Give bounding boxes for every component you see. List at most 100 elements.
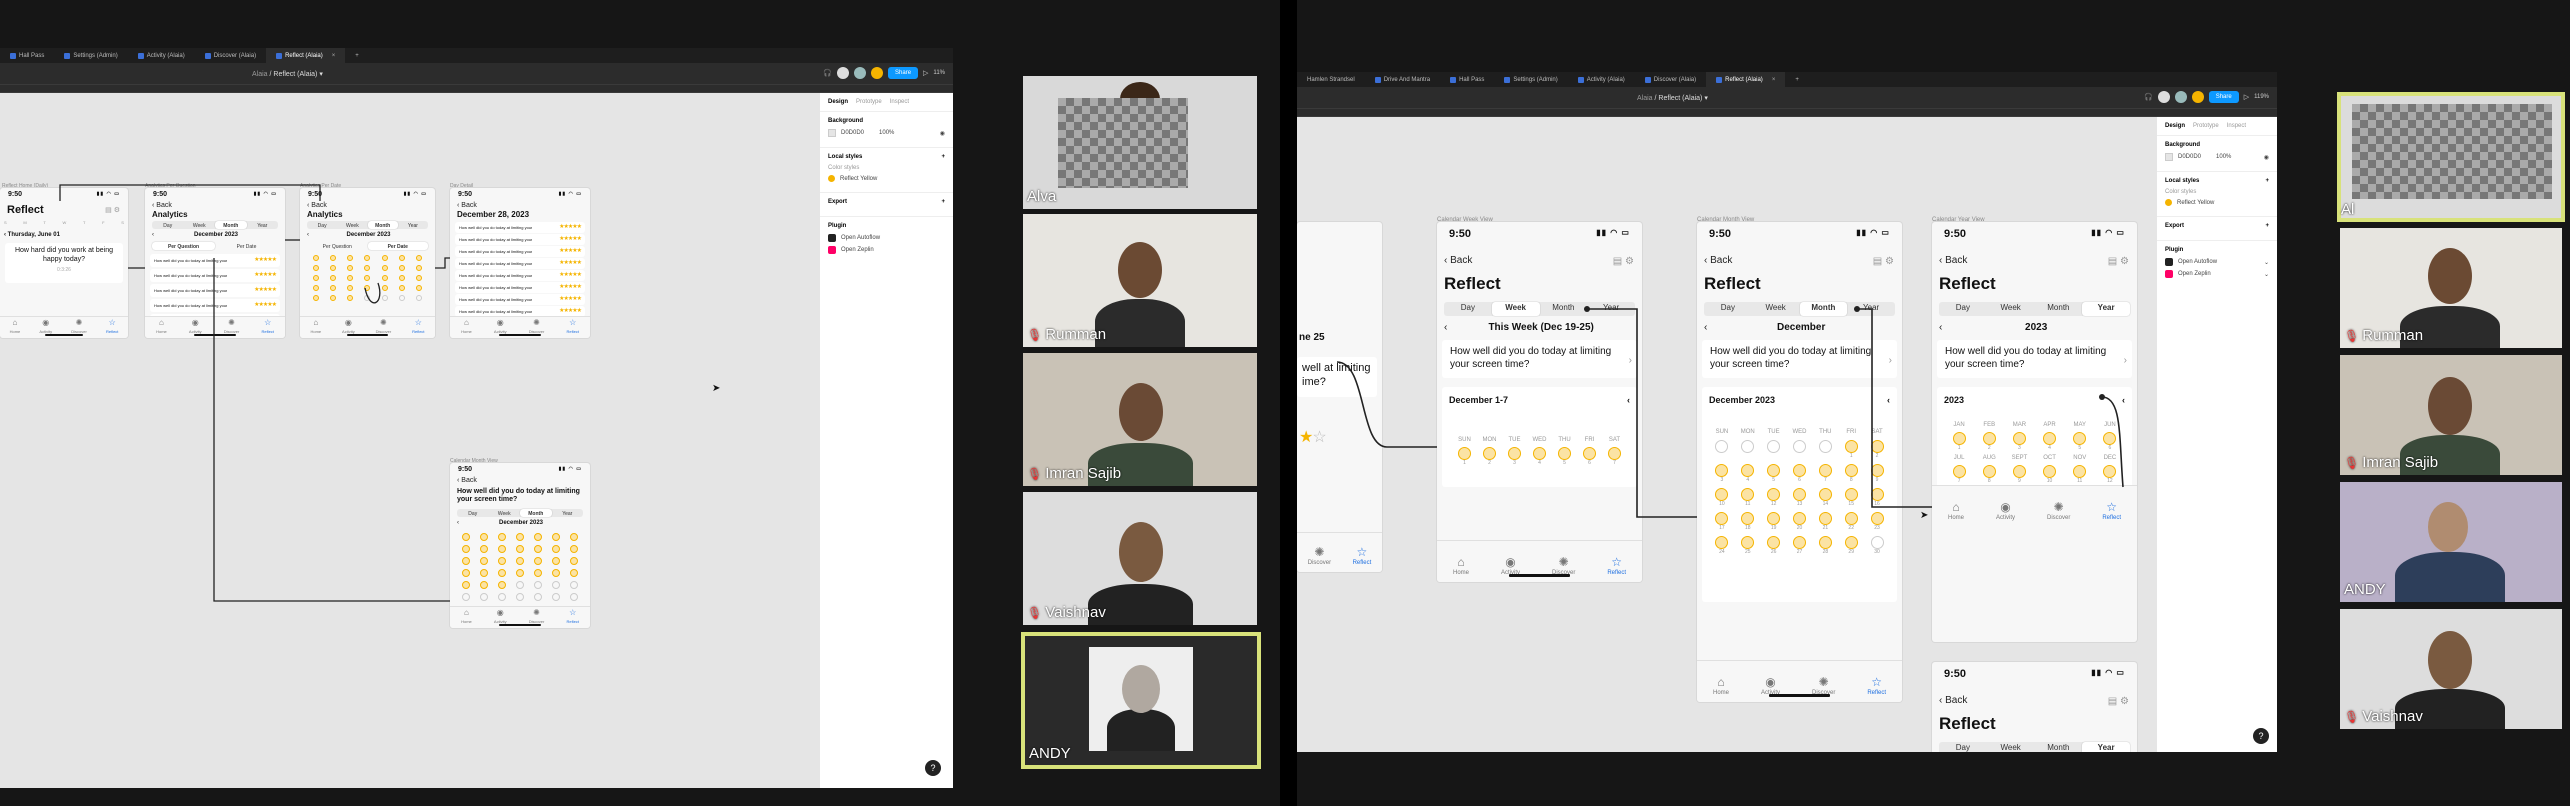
day-cell[interactable]: 3 [1715,464,1729,483]
month-cell[interactable]: 5 [2073,432,2087,451]
day-circle[interactable] [498,533,506,541]
back-button[interactable]: ‹ Back [457,477,477,484]
day-cell[interactable]: 12 [1767,488,1781,507]
day-cell[interactable]: 6 [1583,447,1596,466]
question-row[interactable]: How well did you do today at limiting yo… [455,294,585,305]
question-row[interactable]: How well did you do today at limiting yo… [150,299,280,312]
plugin-item[interactable]: Open Autoflow [828,234,945,242]
tab-discover[interactable]: Discover (Alaia) [195,48,266,63]
day-circle[interactable] [480,581,488,589]
avatar[interactable] [854,67,867,79]
question-row[interactable]: How well did you do today at limiting yo… [150,254,280,267]
tab-activity[interactable]: Activity (Alaia) [1568,72,1635,87]
day-cell[interactable]: 13 [1792,488,1806,507]
day-cell[interactable]: 7 [1818,464,1832,483]
day-cell[interactable]: 8 [1844,464,1858,483]
canvas[interactable]: Reflect Home (Daily) 9:50 ▮▮ ◠ ▭ Reflect … [0,93,820,788]
day-circle[interactable] [534,545,542,553]
background-field[interactable]: D0D0D0 100% ◉ [2165,153,2269,161]
question-row[interactable]: How well did you do today at limiting yo… [455,234,585,245]
day-circle[interactable] [462,569,470,577]
month-cell[interactable]: 10 [2043,465,2057,484]
day-cell[interactable]: 29 [1844,536,1858,555]
day-circle[interactable] [516,545,524,553]
participant-tile[interactable]: 🎙 Imran Sajib [1023,353,1257,486]
day-circle[interactable] [364,285,371,291]
day-cell[interactable]: 7 [1608,447,1621,466]
day-cell[interactable]: 11 [1741,488,1755,507]
day-cell[interactable]: 19 [1767,512,1781,531]
day-circle[interactable] [399,255,406,261]
tab-hall-pass[interactable]: Hall Pass [0,48,54,63]
zoom-level[interactable]: 11% [933,70,945,76]
month-cell[interactable]: 1 [1952,432,1966,451]
nav-reflect[interactable]: ☆ Reflect [1607,555,1626,578]
day-cell[interactable]: 9 [1870,464,1884,483]
nav-home[interactable]: ⌂ Home [156,318,167,334]
view-toggle[interactable]: Per Question Per Date [152,242,278,250]
day-circle[interactable] [329,265,336,271]
day-cell[interactable]: 14 [1818,488,1832,507]
background-field[interactable]: D0D0D0 100% ◉ [828,129,945,137]
day-circle[interactable] [381,295,388,301]
question-card[interactable]: How well did you do today at limiting yo… [1702,340,1897,378]
participant-tile[interactable]: Alva [1023,76,1257,209]
question-row[interactable]: How well did you do today at limiting yo… [455,246,585,257]
period-segment[interactable]: Day Week Month Year [1939,302,2130,316]
nav-home[interactable]: ⌂ Home [310,318,321,334]
year-nav[interactable]: ‹ 2023 [1939,322,2130,333]
tab-reflect[interactable]: Reflect (Alaia) × [1706,72,1786,87]
month-cell[interactable]: 8 [1982,465,1996,484]
day-circle[interactable] [498,593,506,601]
day-cell[interactable]: 5 [1767,464,1781,483]
avatar[interactable] [2191,91,2204,103]
day-circle[interactable] [329,255,336,261]
nav-activity[interactable]: ◉Activity [1996,500,2015,523]
day-circle[interactable] [552,545,560,553]
day-circle[interactable] [399,295,406,301]
frame-year-view-2[interactable]: 9:50 ▮▮ ◠ ▭ ‹ Back ▤ ⚙ Reflect Day Week Mon… [1932,662,2137,752]
day-circle[interactable] [516,557,524,565]
day-cell[interactable]: 20 [1792,512,1806,531]
back-button[interactable]: ‹ Back [307,202,327,209]
month-nav[interactable]: ‹ December [1704,322,1895,333]
day-cell[interactable]: 28 [1818,536,1832,555]
day-cell[interactable]: 18 [1741,512,1755,531]
day-circle[interactable] [312,295,319,301]
add-icon[interactable]: + [941,154,945,160]
day-cell[interactable]: 17 [1715,512,1729,531]
month-cell[interactable]: 9 [2012,465,2026,484]
frame-week-view[interactable]: 9:50 ▮▮ ◠ ▭ ‹ Back ▤ ⚙ Reflect Day Week Mon… [1437,222,1642,582]
day-circle[interactable] [480,545,488,553]
day-circle[interactable] [516,533,524,541]
day-circle[interactable] [416,285,423,291]
month-cell[interactable]: 4 [2043,432,2057,451]
day-circle[interactable] [381,275,388,281]
day-circle[interactable] [312,265,319,271]
add-icon[interactable]: + [2265,223,2269,229]
frame-calendar-month[interactable]: 9:50 ▮▮ ◠ ▭ ‹ Back How well did you do to… [450,463,590,628]
day-circle[interactable] [498,569,506,577]
day-circle[interactable] [534,533,542,541]
day-circle[interactable] [516,581,524,589]
question-card[interactable]: How well did you do today at limiting yo… [1937,340,2132,378]
day-circle[interactable] [552,557,560,565]
frame-analytics-per-date[interactable]: 9:50 ▮▮ ◠ ▭ ‹ Back Analytics Day Week Month… [300,188,435,338]
day-cell[interactable]: 22 [1844,512,1858,531]
day-circle[interactable] [364,265,371,271]
month-nav[interactable]: ‹ December 2023 [152,232,278,238]
question-card[interactable]: How well did you do today at limiting yo… [1442,340,1637,378]
nav-discover[interactable]: ✺Discover [2047,500,2070,523]
participant-tile[interactable]: 🎙 Rumman [2340,228,2562,348]
day-circle[interactable] [399,275,406,281]
day-circle[interactable] [347,285,354,291]
day-cell[interactable] [1792,440,1806,459]
tab-settings[interactable]: Settings (Admin) [1494,72,1567,87]
nav-reflect[interactable]: ☆ Reflect [1867,675,1886,698]
nav-reflect[interactable]: ☆ Reflect [566,318,578,334]
nav-discover[interactable]: ✺Discover [71,318,87,334]
month-cell[interactable]: 6 [2103,432,2117,451]
nav-discover[interactable]: ✺Discover [224,318,240,334]
nav-activity[interactable]: ◉Activity [342,318,355,334]
tab-settings[interactable]: Settings (Admin) [54,48,127,63]
